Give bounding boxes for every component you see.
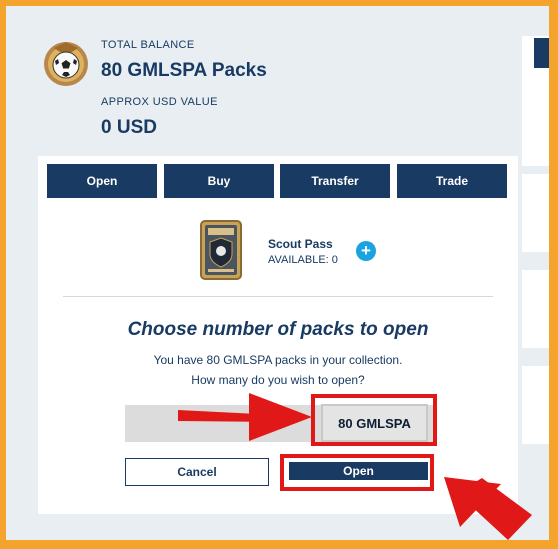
arrow-to-open-icon [444,477,532,540]
app-window: TOTAL BALANCE 80 GMLSPA Packs APPROX USD… [6,6,549,540]
arrow-to-quantity-icon [178,393,312,441]
annotation-arrows [178,393,532,540]
